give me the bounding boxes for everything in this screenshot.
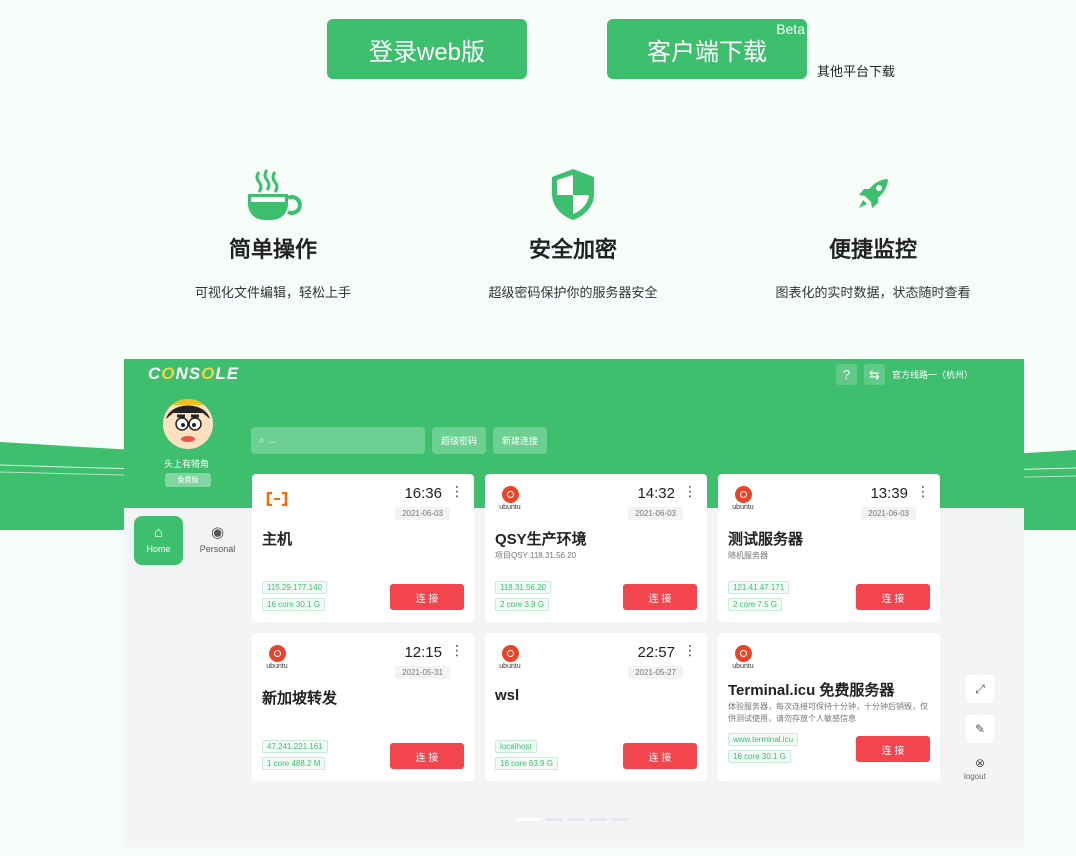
- ubuntu-icon: ubuntu: [495, 645, 525, 671]
- server-time: 13:39: [870, 485, 908, 502]
- server-name: wsl: [495, 687, 520, 704]
- more-vert-icon[interactable]: ⋮: [450, 483, 464, 500]
- feature-simple: 简单操作 可视化文件编辑，轻松上手: [143, 160, 403, 301]
- edit-icon[interactable]: ✎: [966, 715, 994, 743]
- server-ip: 121.41.47.171: [728, 581, 790, 594]
- server-time: 12:15: [404, 644, 442, 661]
- nav-home[interactable]: ⌂ Home: [134, 516, 183, 565]
- home-icon: ⌂: [153, 524, 164, 541]
- feature-title: 安全加密: [528, 237, 617, 262]
- server-ip: localhost: [495, 740, 537, 753]
- ubuntu-icon: ubuntu: [728, 486, 758, 512]
- server-spec: 2 core 3.9 G: [495, 598, 550, 611]
- new-connection-button[interactable]: 新建连接: [493, 427, 547, 454]
- rocket-icon: [743, 160, 1003, 228]
- feature-title: 简单操作: [228, 237, 317, 262]
- server-date: 2021-06-03: [395, 507, 450, 520]
- server-ip: 118.31.56.20: [495, 581, 552, 594]
- server-time: 22:57: [637, 644, 675, 661]
- server-line-label[interactable]: 官方线路一（杭州）: [892, 368, 973, 381]
- server-card[interactable]: ubuntu 12:15 ⋮ 2021-05-31 新加坡转发 47.241.2…: [252, 633, 474, 781]
- server-card[interactable]: ubuntu 22:57 ⋮ 2021-05-27 wsl localhost …: [485, 633, 707, 781]
- server-date: 2021-06-03: [861, 507, 916, 520]
- client-download-label: 客户端下载: [647, 38, 767, 66]
- console-logo: CONSOLE: [148, 364, 240, 383]
- feature-desc: 超级密码保护你的服务器安全: [488, 285, 658, 300]
- server-date: 2021-05-31: [395, 666, 450, 679]
- more-vert-icon[interactable]: ⋮: [683, 483, 697, 500]
- other-platforms-link[interactable]: 其他平台下载: [817, 61, 895, 80]
- ubuntu-icon: ubuntu: [262, 645, 292, 671]
- page-dot[interactable]: [611, 818, 629, 821]
- server-card[interactable]: ubuntu 14:32 ⋮ 2021-06-03 QSY生产环境 项目QSY …: [485, 474, 707, 622]
- super-password-button[interactable]: 超级密码: [432, 427, 486, 454]
- plan-badge: 免费版: [165, 473, 211, 487]
- connect-button[interactable]: 连 接: [623, 584, 697, 610]
- feature-desc: 图表化的实时数据，状态随时查看: [775, 285, 971, 300]
- connect-button[interactable]: 连 接: [390, 584, 464, 610]
- server-spec: 2 core 7.5 G: [728, 598, 783, 611]
- beta-badge: Beta: [776, 21, 805, 37]
- ubuntu-icon: ubuntu: [728, 645, 758, 671]
- web-login-button[interactable]: 登录web版: [327, 19, 527, 79]
- feature-secure: 安全加密 超级密码保护你的服务器安全: [443, 160, 703, 301]
- server-spec: 1 core 488.2 M: [262, 757, 326, 770]
- feature-monitor: 便捷监控 图表化的实时数据，状态随时查看: [743, 160, 1003, 301]
- alibaba-cloud-icon: [262, 486, 292, 512]
- server-ip: 115.29.177.140: [262, 581, 328, 594]
- avatar[interactable]: [163, 399, 213, 449]
- nav-home-label: Home: [146, 544, 171, 554]
- server-date: 2021-05-27: [628, 666, 683, 679]
- search-placeholder: ...: [268, 435, 277, 446]
- server-ip: 47.241.221.161: [262, 740, 328, 753]
- connect-button[interactable]: 连 接: [856, 584, 930, 610]
- server-spec: 16 core 63.9 G: [495, 757, 558, 770]
- server-time: 16:36: [404, 485, 442, 502]
- search-input[interactable]: ⌕ ...: [251, 427, 425, 454]
- server-desc: 体验服务器，每次连接可保持十分钟，十分钟后销毁，仅供测试使用，请勿存放个人敏感信…: [728, 702, 928, 723]
- coffee-icon: [143, 160, 403, 228]
- more-vert-icon[interactable]: ⋮: [683, 642, 697, 659]
- server-card[interactable]: ubuntu Terminal.icu 免费服务器 体验服务器，每次连接可保持十…: [718, 633, 940, 781]
- connect-button[interactable]: 连 接: [390, 743, 464, 769]
- server-desc: 项目QSY 118.31.56.20: [495, 551, 577, 560]
- server-date: 2021-06-03: [628, 507, 683, 520]
- page-dot[interactable]: [545, 818, 563, 821]
- server-card[interactable]: 16:36 ⋮ 2021-06-03 主机 115.29.177.140 16 …: [252, 474, 474, 622]
- user-icon: ◉: [210, 524, 225, 541]
- page-dot[interactable]: [589, 818, 607, 821]
- user-name: 头上有犄角: [164, 459, 210, 469]
- pagination-dots: [517, 818, 629, 821]
- console-preview: CONSOLE ? ⇆ 官方线路一（杭州） 头上有犄角 免费版 ⌕ ... 超级…: [124, 359, 1024, 847]
- server-ip: www.terminal.icu: [728, 733, 799, 746]
- help-icon[interactable]: ?: [836, 364, 857, 385]
- server-name: 测试服务器: [728, 531, 804, 548]
- client-download-button[interactable]: 客户端下载 Beta: [607, 19, 807, 79]
- shield-icon: [443, 160, 703, 228]
- server-spec: 16 core 30.1 G: [728, 750, 791, 763]
- connect-button[interactable]: 连 接: [856, 736, 930, 762]
- server-time: 14:32: [637, 485, 675, 502]
- fullscreen-icon[interactable]: ⤢: [966, 675, 994, 703]
- ubuntu-icon: ubuntu: [495, 486, 525, 512]
- page-dot[interactable]: [517, 818, 541, 821]
- more-vert-icon[interactable]: ⋮: [916, 483, 930, 500]
- server-name: 新加坡转发: [262, 690, 338, 707]
- server-name: 主机: [262, 531, 293, 548]
- server-name: Terminal.icu 免费服务器: [728, 682, 895, 699]
- nav-personal-label: Personal: [199, 544, 236, 554]
- feature-desc: 可视化文件编辑，轻松上手: [194, 285, 351, 300]
- server-spec: 16 core 30.1 G: [262, 598, 325, 611]
- server-desc: 随机服务器: [728, 551, 768, 560]
- switch-line-icon[interactable]: ⇆: [864, 364, 885, 385]
- more-vert-icon[interactable]: ⋮: [450, 642, 464, 659]
- server-name: QSY生产环境: [495, 531, 587, 548]
- page-dot[interactable]: [567, 818, 585, 821]
- search-icon: ⌕: [259, 435, 265, 446]
- logout-label[interactable]: logout: [964, 772, 986, 781]
- connect-button[interactable]: 连 接: [623, 743, 697, 769]
- feature-title: 便捷监控: [828, 237, 917, 262]
- nav-personal[interactable]: ◉ Personal: [193, 516, 242, 565]
- server-card[interactable]: ubuntu 13:39 ⋮ 2021-06-03 测试服务器 随机服务器 12…: [718, 474, 940, 622]
